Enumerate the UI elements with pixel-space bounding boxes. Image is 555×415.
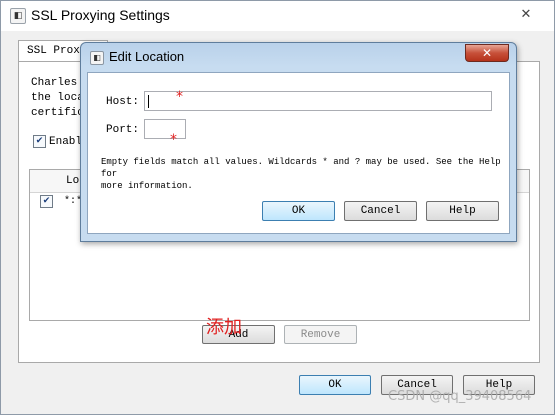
row-enabled-checkbox[interactable]: ✔ xyxy=(40,195,53,208)
description-line-3: certific xyxy=(31,107,84,119)
enable-ssl-proxying-checkbox[interactable]: ✔ xyxy=(33,135,46,148)
window-titlebar: ◧ SSL Proxying Settings ✕ xyxy=(1,1,554,31)
window-title: SSL Proxying Settings xyxy=(31,7,170,23)
host-input[interactable] xyxy=(144,91,492,111)
description-line-2: the loca xyxy=(31,92,84,104)
dialog-title: Edit Location xyxy=(109,49,185,64)
edit-location-dialog: ◧ Edit Location ✕ Host: * Port: * Empty … xyxy=(80,42,517,242)
dialog-info-text: Empty fields match all values. Wildcards… xyxy=(101,156,501,192)
text-caret xyxy=(148,95,149,108)
host-label: Host: xyxy=(106,96,140,108)
info-line-1: Empty fields match all values. Wildcards… xyxy=(101,157,501,179)
host-required-mark: * xyxy=(176,89,183,105)
dialog-help-button[interactable]: Help xyxy=(426,201,499,221)
port-input[interactable] xyxy=(144,119,186,139)
dialog-ok-button[interactable]: OK xyxy=(262,201,335,221)
info-line-2: more information. xyxy=(101,181,193,191)
port-required-mark: * xyxy=(170,132,177,148)
app-icon: ◧ xyxy=(10,8,26,24)
ok-button[interactable]: OK xyxy=(299,375,371,395)
port-label: Port: xyxy=(106,124,140,136)
watermark: CSDN @qq_39408564 xyxy=(388,389,532,404)
add-annotation: 添加 xyxy=(206,317,242,338)
dialog-cancel-button[interactable]: Cancel xyxy=(344,201,417,221)
remove-button[interactable]: Remove xyxy=(284,325,357,344)
dialog-app-icon: ◧ xyxy=(90,51,104,65)
ssl-proxying-settings-window: ◧ SSL Proxying Settings ✕ SSL Proxy Char… xyxy=(0,0,555,415)
window-close-button[interactable]: ✕ xyxy=(506,5,546,25)
dialog-body: Host: * Port: * Empty fields match all v… xyxy=(87,72,510,234)
enable-ssl-proxying-label: Enabl xyxy=(49,136,83,148)
description-line-1: Charles xyxy=(31,77,78,89)
dialog-close-button[interactable]: ✕ xyxy=(465,44,509,62)
